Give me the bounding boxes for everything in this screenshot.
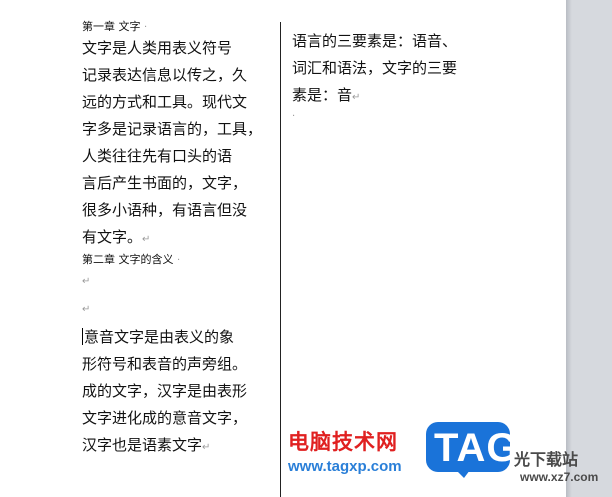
paragraph-line: 成的文字，汉字是由表形	[82, 382, 248, 400]
empty-paragraph[interactable]: ↵	[82, 268, 278, 296]
paragraph-line-text: 有文字。	[82, 228, 143, 246]
watermark-partner-url: www.xz7.com	[520, 470, 599, 484]
paragraph-line: 文字是人类用表义符号	[82, 39, 233, 57]
paragraph-3[interactable]: 语言的三要素是：语音、 词汇和语法，文字的三要 素是：音↵	[292, 28, 502, 111]
paragraph-line: 文字进化成的意音文字，	[82, 409, 248, 427]
paragraph-line-text: 汉字也是语素文字	[82, 436, 203, 454]
paragraph-line-text: 意音文字是由表义的象	[84, 328, 235, 346]
paragraph-line: 形符号和表音的声旁组。	[82, 355, 248, 373]
column-divider	[280, 22, 281, 497]
paragraph-mark: ↵	[202, 442, 211, 453]
chapter-heading-2[interactable]: 第二章 文字的含义 ·	[82, 253, 278, 268]
paragraph-line: 记录表达信息以传之，久	[82, 66, 248, 84]
watermark: 电脑技术网 www.tagxp.com TAG 光下载站 www.xz7.com	[288, 422, 612, 497]
paragraph-line-first: 意音文字是由表义的象	[82, 324, 278, 351]
small-mark: ·	[292, 111, 296, 122]
paragraph-mark: ↵	[142, 234, 151, 245]
paragraph-2[interactable]: 意音文字是由表义的象 形符号和表音的声旁组。 成的文字，汉字是由表形 文字进化成…	[82, 324, 278, 461]
watermark-partner-name: 光下载站	[514, 450, 579, 469]
paragraph-line: 人类往往先有口头的语	[82, 147, 233, 165]
paragraph-line: 言后产生书面的，文字，	[82, 174, 248, 192]
paragraph-line-last: 汉字也是语素文字↵	[82, 432, 278, 461]
paragraph-line: 远的方式和工具。现代文	[82, 93, 248, 111]
paragraph-line-last: 素是：音↵	[292, 82, 502, 111]
paragraph-line: 很多小语种，有语言但没	[82, 201, 248, 219]
watermark-site-url: www.tagxp.com	[288, 458, 402, 475]
small-mark: ·	[177, 255, 181, 266]
watermark-logo-text: TAG	[434, 426, 519, 470]
empty-paragraph[interactable]: ↵	[82, 296, 278, 324]
paragraph-line: 词汇和语法，文字的三要	[292, 59, 458, 77]
left-column[interactable]: 第一章 文字 · 文字是人类用表义符号 记录表达信息以传之，久 远的方式和工具。…	[82, 20, 278, 461]
chapter-heading-2-text: 第二章 文字的含义	[82, 253, 174, 266]
watermark-site-name: 电脑技术网	[288, 430, 398, 454]
paragraph-1[interactable]: 文字是人类用表义符号 记录表达信息以传之，久 远的方式和工具。现代文 字多是记录…	[82, 35, 278, 253]
text-cursor	[82, 328, 83, 345]
chapter-heading-1-text: 第一章 文字	[82, 20, 141, 33]
paragraph-line-last: 有文字。↵	[82, 224, 278, 253]
chapter-heading-1[interactable]: 第一章 文字 ·	[82, 20, 278, 35]
right-column[interactable]: 语言的三要素是：语音、 词汇和语法，文字的三要 素是：音↵ ·	[292, 28, 502, 123]
paragraph-line: 字多是记录语言的，工具，	[82, 120, 263, 138]
paragraph-line-text: 素是：音	[292, 86, 353, 104]
paragraph-line: 语言的三要素是：语音、	[292, 32, 458, 50]
small-mark: ·	[144, 22, 148, 33]
paragraph-mark: ↵	[352, 92, 361, 103]
